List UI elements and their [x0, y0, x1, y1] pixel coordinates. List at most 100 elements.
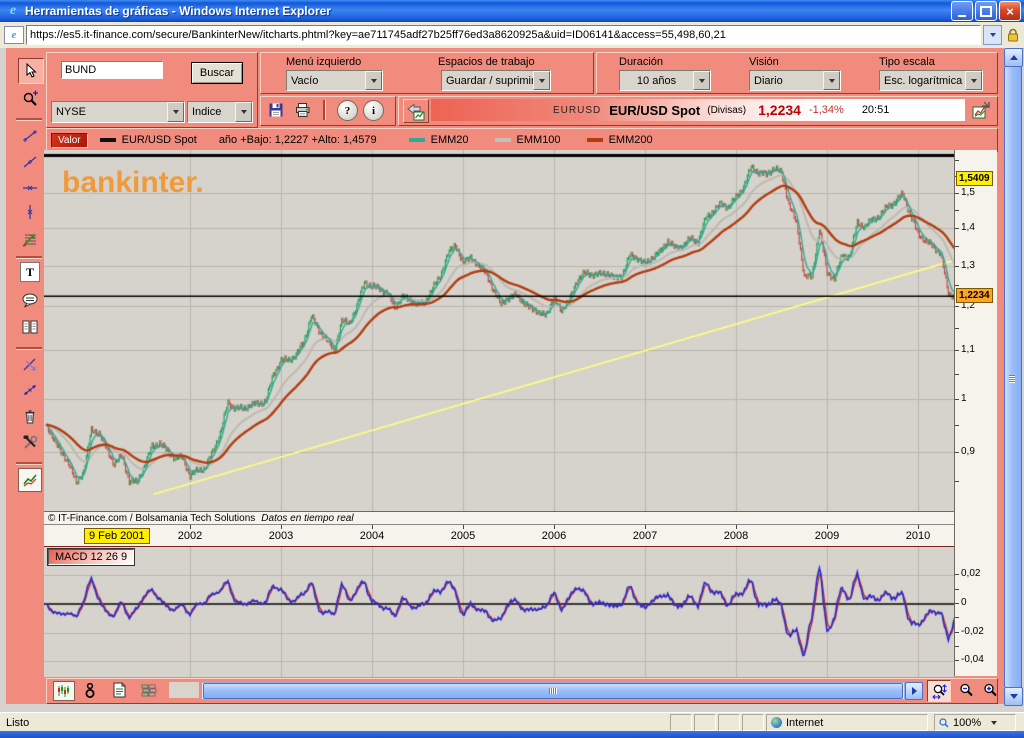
workspaces-select[interactable]: Guardar / suprimir... [441, 70, 551, 91]
chevron-down-icon[interactable] [235, 102, 252, 122]
price-highlight-label: 1,5409 [956, 171, 993, 186]
minimize-button[interactable] [951, 1, 973, 21]
url-input[interactable]: https://es5.it-finance.com/secure/Bankin… [26, 25, 981, 45]
left-menu-select[interactable]: Vacío [286, 70, 383, 91]
time-axis-tick [827, 525, 828, 529]
chevron-down-icon[interactable] [533, 71, 550, 90]
vertical-line-tool-icon[interactable] [18, 200, 42, 224]
quote-strip: EURUSD EUR/USD Spot (Divisas) 1,2234 -1,… [431, 99, 965, 121]
trash-icon[interactable] [18, 404, 42, 428]
search-button[interactable]: Buscar [191, 62, 243, 84]
actions-panel: ? i [260, 96, 396, 126]
chevron-down-icon[interactable] [365, 71, 382, 90]
exchange-select[interactable]: NYSE [51, 101, 185, 123]
time-axis-tick [645, 525, 646, 529]
chevron-down-icon[interactable] [965, 71, 982, 90]
print-icon[interactable] [293, 101, 313, 119]
chart-style-icon[interactable] [18, 468, 42, 492]
search-input[interactable] [61, 61, 163, 79]
hscroll-right-button[interactable] [905, 682, 923, 700]
vscroll-up-button[interactable] [1004, 48, 1023, 67]
quote-name: EUR/USD Spot [609, 103, 700, 118]
text-tool-icon[interactable]: T [20, 262, 40, 282]
zoom-fit-icon[interactable] [927, 680, 951, 702]
price-series-swatch [100, 138, 116, 142]
vscroll-down-button[interactable] [1004, 687, 1023, 706]
time-axis-tick [190, 525, 191, 529]
chevron-down-icon[interactable] [693, 71, 710, 90]
save-icon[interactable] [267, 101, 285, 119]
search-panel: Buscar NYSE Indice [46, 52, 258, 128]
chevron-down-icon[interactable] [167, 102, 184, 122]
zoom-in-icon[interactable] [979, 680, 1001, 700]
ie-logo-icon: e [3, 3, 23, 19]
url-dropdown-button[interactable] [983, 25, 1002, 45]
notes-book-icon[interactable] [18, 315, 42, 339]
emm200-label[interactable]: EMM200 [609, 134, 653, 146]
chevron-down-icon[interactable] [823, 71, 840, 90]
fibonacci-tool-icon[interactable] [18, 226, 42, 250]
zoom-out-icon[interactable] [955, 680, 977, 700]
status-zoom: 100% [953, 717, 981, 729]
hscrollbar-thumb[interactable] [203, 683, 903, 699]
macd-axis-tick [955, 617, 959, 618]
price-axis-tick [955, 425, 959, 426]
candle-chart-icon[interactable] [53, 681, 75, 701]
emm100-label[interactable]: EMM100 [517, 134, 561, 146]
back-to-chart-icon[interactable] [403, 99, 429, 123]
delete-drawing-icon[interactable] [18, 353, 42, 377]
price-chart-canvas[interactable] [44, 150, 954, 511]
time-axis-label: 2003 [259, 530, 303, 542]
duration-select[interactable]: 10 años [619, 70, 711, 91]
realtime-label: Datos en tiempo real [261, 513, 353, 524]
drawing-toolbar: T [6, 48, 46, 704]
emm200-swatch [587, 138, 603, 142]
zoom-level-icon [938, 717, 950, 729]
info-button[interactable]: i [363, 100, 384, 121]
instrument-type-select[interactable]: Indice [187, 101, 253, 123]
status-zone: Internet [786, 717, 823, 729]
vscrollbar-thumb[interactable] [1004, 66, 1022, 688]
news-icon[interactable] [109, 681, 129, 699]
time-axis-label: 2010 [896, 530, 940, 542]
move-drawing-icon[interactable] [18, 378, 42, 402]
page-icon: e [4, 26, 24, 44]
emm20-swatch [409, 138, 425, 142]
address-bar: e https://es5.it-finance.com/secure/Bank… [0, 22, 1024, 49]
hscrollbar-track[interactable] [201, 682, 905, 700]
copyright-label: © IT-Finance.com / Bolsamania Tech Solut… [48, 513, 255, 524]
segment-tool-icon[interactable] [18, 124, 42, 148]
indicator-settings-icon[interactable] [81, 681, 99, 699]
price-axis-label: 1,5 [961, 187, 975, 198]
vscrollbar[interactable] [1004, 48, 1021, 704]
price-axis-tick [955, 193, 959, 194]
horizontal-line-tool-icon[interactable] [18, 176, 42, 200]
emm20-label[interactable]: EMM20 [431, 134, 469, 146]
zoom-tool-icon[interactable] [18, 86, 42, 110]
left-menu-label: Menú izquierdo [286, 56, 361, 68]
price-axis-tick [955, 350, 959, 351]
help-button[interactable]: ? [337, 100, 358, 121]
scale-type-select[interactable]: Esc. logarítmica [879, 70, 983, 91]
status-zoom-cell[interactable]: 100% [934, 714, 1016, 731]
price-axis-tick [955, 452, 959, 453]
quote-time: 20:51 [862, 104, 890, 116]
market-depth-icon[interactable] [139, 681, 159, 699]
callout-tool-icon[interactable] [18, 288, 42, 312]
select-cursor-icon[interactable] [18, 58, 44, 84]
popout-chart-icon[interactable] [969, 99, 993, 121]
tools-settings-icon[interactable] [18, 430, 42, 454]
time-axis-label: 2007 [623, 530, 667, 542]
status-ready: Listo [6, 717, 670, 729]
restore-button[interactable] [975, 1, 997, 21]
price-highlight-label: 1,2234 [956, 288, 993, 303]
vision-select[interactable]: Diario [749, 70, 841, 91]
globe-icon [771, 717, 782, 728]
macd-axis: 0,020-0,02-0,04 [954, 546, 997, 676]
price-axis: 1,51,41,31,21,110,91,54091,2234 [954, 150, 997, 546]
macd-chart-canvas[interactable] [44, 546, 954, 677]
zoom-dropdown-icon[interactable] [991, 721, 997, 728]
trendline-tool-icon[interactable] [18, 150, 42, 174]
workspaces-label: Espacios de trabajo [438, 56, 535, 68]
close-button[interactable]: × [999, 1, 1021, 21]
